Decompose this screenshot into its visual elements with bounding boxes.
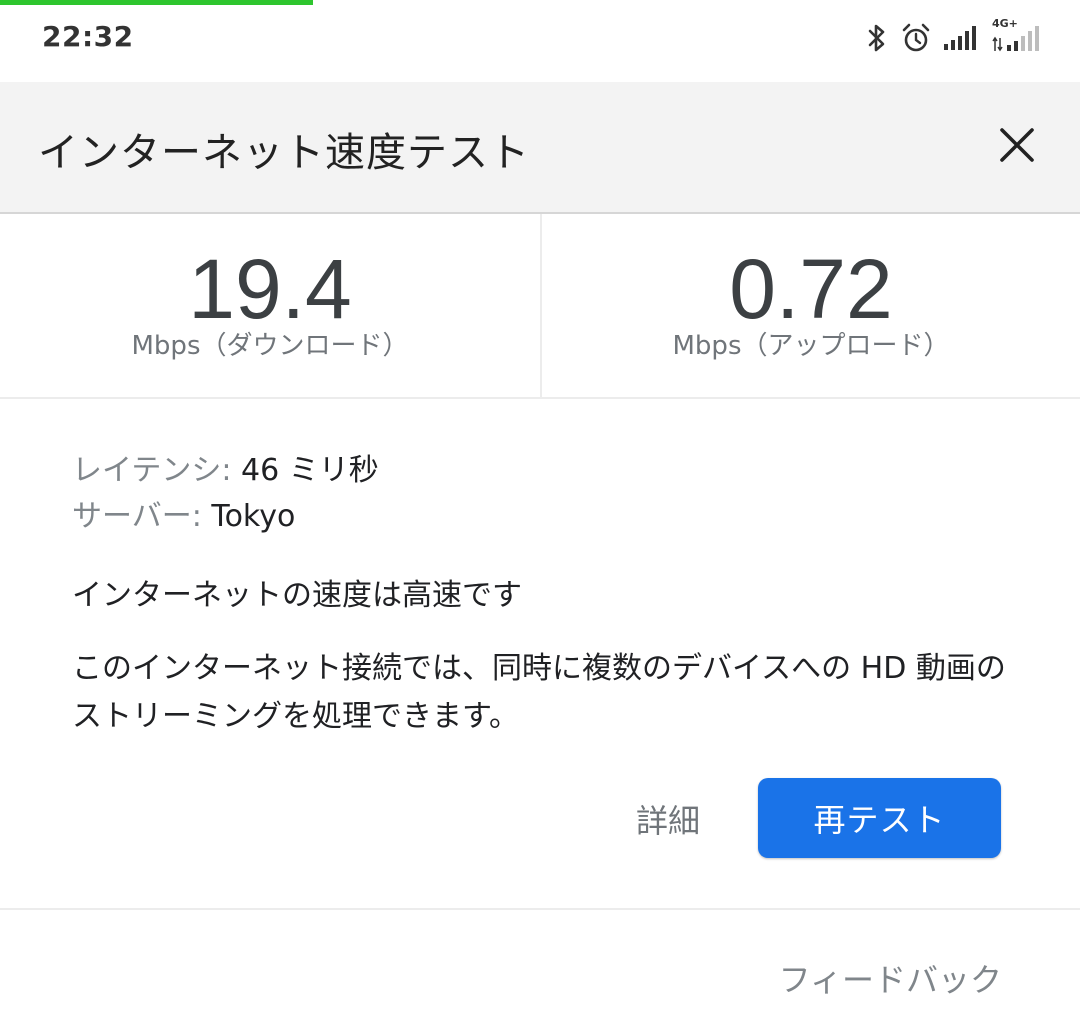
feedback-link[interactable]: フィードバック [779,955,1002,1001]
upload-speed-value: 0.72 [729,242,893,336]
close-button[interactable] [992,122,1042,172]
server-label: サーバー: [72,499,202,534]
details-button[interactable]: 詳細 [620,783,716,855]
status-bar: 22:32 4G+ [0,0,1080,80]
status-icons: 4G+ [866,17,1044,58]
signal-icon [944,24,980,52]
download-speed-unit: Mbps（ダウンロード） [131,331,409,361]
close-icon [999,127,1035,167]
server-value: Tokyo [201,499,296,534]
dialog-header: インターネット速度テスト [0,82,1080,214]
speed-summary-headline: インターネットの速度は高速です [72,578,522,613]
speed-results: 19.4 Mbps（ダウンロード） 0.72 Mbps（アップロード） [0,214,1080,399]
speed-test-screen: 22:32 4G+ インターネット速度テスト 19.4 Mbps（ダウンロード）… [0,0,1080,1009]
footer-divider [0,908,1080,910]
server-row: サーバー: Tokyo [72,494,1032,540]
signal-4g-icon: 4G+ [992,17,1044,55]
latency-row: レイテンシ: 46 ミリ秒 [72,448,1032,494]
latency-value: 46 ミリ秒 [231,453,379,488]
download-speed-value: 19.4 [188,242,352,336]
speed-summary-description: このインターネット接続では、同時に複数のデバイスへの HD 動画のストリーミング… [72,651,1006,734]
bluetooth-icon [866,22,888,54]
retest-button[interactable]: 再テスト [758,778,1001,858]
download-result: 19.4 Mbps（ダウンロード） [0,214,542,397]
upload-speed-unit: Mbps（アップロード） [672,331,950,361]
status-clock: 22:32 [42,20,134,53]
dialog-title: インターネット速度テスト [38,130,530,176]
latency-label: レイテンシ: [72,453,232,488]
alarm-icon [900,22,932,54]
test-details: レイテンシ: 46 ミリ秒 サーバー: Tokyo [72,448,1032,540]
upload-result: 0.72 Mbps（アップロード） [541,214,1080,397]
